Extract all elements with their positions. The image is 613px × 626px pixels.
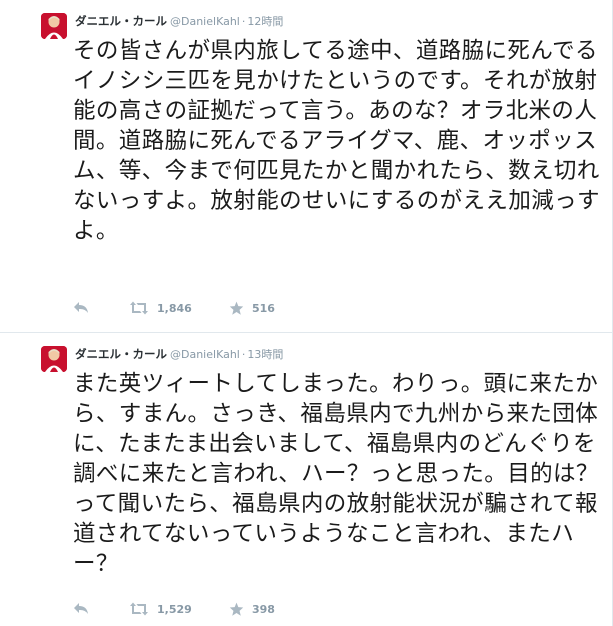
star-icon [229,602,244,616]
separator: · [241,15,246,28]
reply-button[interactable] [73,301,129,315]
retweet-button[interactable]: 1,529 [129,602,229,616]
favorite-count: 516 [252,301,275,315]
retweet-icon [130,301,148,315]
avatar-image [41,346,67,372]
username[interactable]: @DanielKahl [170,348,240,361]
timeline: ダニエル・カール @DanielKahl · 12時間 その皆さんが県内旅してる途中、… [0,0,613,626]
retweet-count: 1,529 [157,602,192,616]
avatar[interactable] [41,346,67,372]
avatar-image [41,13,67,39]
reply-button[interactable] [73,602,129,616]
favorite-count: 398 [252,602,275,616]
star-icon [229,301,244,315]
favorite-button[interactable]: 516 [229,301,309,315]
fullname[interactable]: ダニエル・カール [75,14,167,28]
tweet-actions: 1,846 516 [73,299,309,317]
tweet-text: また英ツィートしてしまった。わりっ。頭に来たから、すまん。さっき、福島県内で九州… [73,371,599,577]
timestamp[interactable]: 12時間 [247,15,283,28]
retweet-button[interactable]: 1,846 [129,301,229,315]
favorite-button[interactable]: 398 [229,602,309,616]
fullname[interactable]: ダニエル・カール [75,347,167,361]
retweet-count: 1,846 [157,301,192,315]
tweet-text: その皆さんが県内旅してる途中、道路脇に死んでるイノシシ三匹を見かけたというのです… [73,38,600,244]
tweet[interactable]: ダニエル・カール @DanielKahl · 12時間 その皆さんが県内旅してる途中、… [0,0,612,333]
retweet-icon [130,602,148,616]
tweet[interactable]: ダニエル・カール @DanielKahl · 13時間 また英ツィートしてしまった。わ… [0,333,612,626]
avatar[interactable] [41,13,67,39]
separator: · [241,348,246,361]
tweet-actions: 1,529 398 [73,600,309,618]
username[interactable]: @DanielKahl [170,15,240,28]
timestamp[interactable]: 13時間 [247,348,283,361]
tweet-header: ダニエル・カール @DanielKahl · 12時間 [75,12,283,30]
reply-icon [74,603,88,614]
tweet-header: ダニエル・カール @DanielKahl · 13時間 [75,345,283,363]
reply-icon [74,302,88,313]
